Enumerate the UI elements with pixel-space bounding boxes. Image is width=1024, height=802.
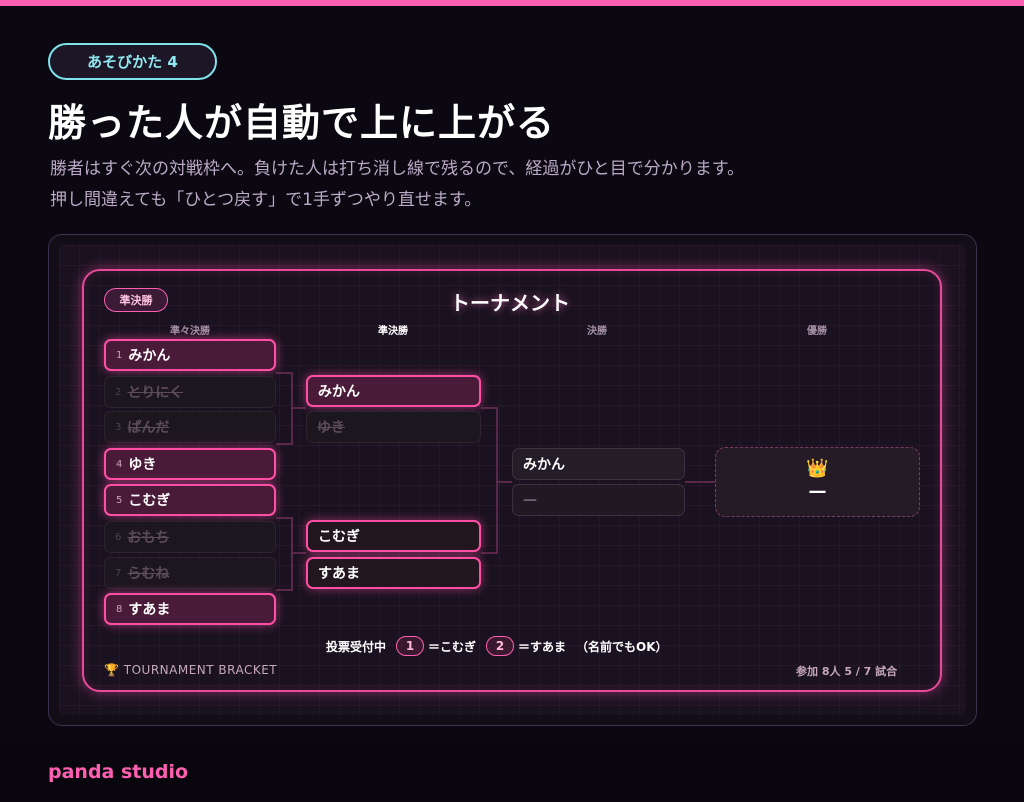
final-slot-1[interactable]: みかん [512, 448, 685, 480]
champion-name: — [808, 481, 827, 502]
player-name: — [523, 492, 537, 508]
player-name: ゆき [317, 420, 345, 436]
vote-option-1-text: ＝こむぎ [428, 639, 477, 654]
seed-number: 5 [116, 494, 123, 506]
vote-status: 投票受付中 1 ＝こむぎ 2 ＝すあま （名前でもOK） [326, 635, 668, 657]
player-name: すあま [318, 566, 360, 582]
quarterfinal-slot-2[interactable]: 2 とりにく [104, 376, 276, 408]
player-name: ゆき [128, 457, 157, 473]
player-name: すあま [128, 602, 171, 618]
quarterfinal-slot-3[interactable]: 3 ぱんだ [104, 411, 276, 443]
seed-number: 3 [115, 421, 122, 433]
quarterfinal-slot-5[interactable]: 5 こむぎ [104, 484, 276, 516]
player-name: こむぎ [318, 529, 360, 545]
player-name: とりにく [127, 385, 184, 401]
vote-option-2-number: 2 [486, 636, 515, 656]
quarterfinal-slot-8[interactable]: 8 すあま [104, 593, 276, 625]
seed-number: 7 [115, 567, 122, 579]
crown-icon: 👑 [806, 458, 829, 479]
final-slot-2[interactable]: — [512, 484, 685, 516]
semifinal-slot-3[interactable]: こむぎ [306, 520, 481, 552]
player-name: みかん [523, 457, 565, 473]
semifinal-slot-2[interactable]: ゆき [306, 411, 481, 443]
player-name: ぱんだ [127, 420, 170, 436]
seed-number: 1 [116, 349, 123, 361]
quarterfinal-slot-1[interactable]: 1 みかん [104, 339, 276, 371]
player-name: みかん [318, 384, 360, 400]
player-name: こむぎ [128, 493, 171, 509]
vote-note: （名前でもOK） [576, 639, 668, 654]
brand-logo: panda studio [48, 761, 189, 783]
vote-label: 投票受付中 [326, 639, 387, 654]
player-name: みかん [128, 348, 171, 364]
quarterfinal-slot-4[interactable]: 4 ゆき [104, 448, 276, 480]
vote-option-1-number: 1 [396, 636, 425, 656]
quarterfinal-slot-6[interactable]: 6 おもち [104, 521, 276, 553]
semifinal-slot-4[interactable]: すあま [306, 557, 481, 589]
player-name: らむね [127, 566, 170, 582]
vote-option-2-text: ＝すあま [518, 639, 567, 654]
seed-number: 4 [116, 458, 123, 470]
quarterfinal-slot-7[interactable]: 7 らむね [104, 557, 276, 589]
seed-number: 8 [116, 603, 123, 615]
bracket-footer-label: 🏆 TOURNAMENT BRACKET [104, 663, 278, 677]
seed-number: 2 [115, 386, 122, 398]
match-progress: 参加 8人 5 / 7 試合 [796, 665, 898, 678]
player-name: おもち [127, 530, 170, 546]
seed-number: 6 [115, 531, 122, 543]
semifinal-slot-1[interactable]: みかん [306, 375, 481, 407]
champion-box: 👑 — [715, 447, 920, 517]
